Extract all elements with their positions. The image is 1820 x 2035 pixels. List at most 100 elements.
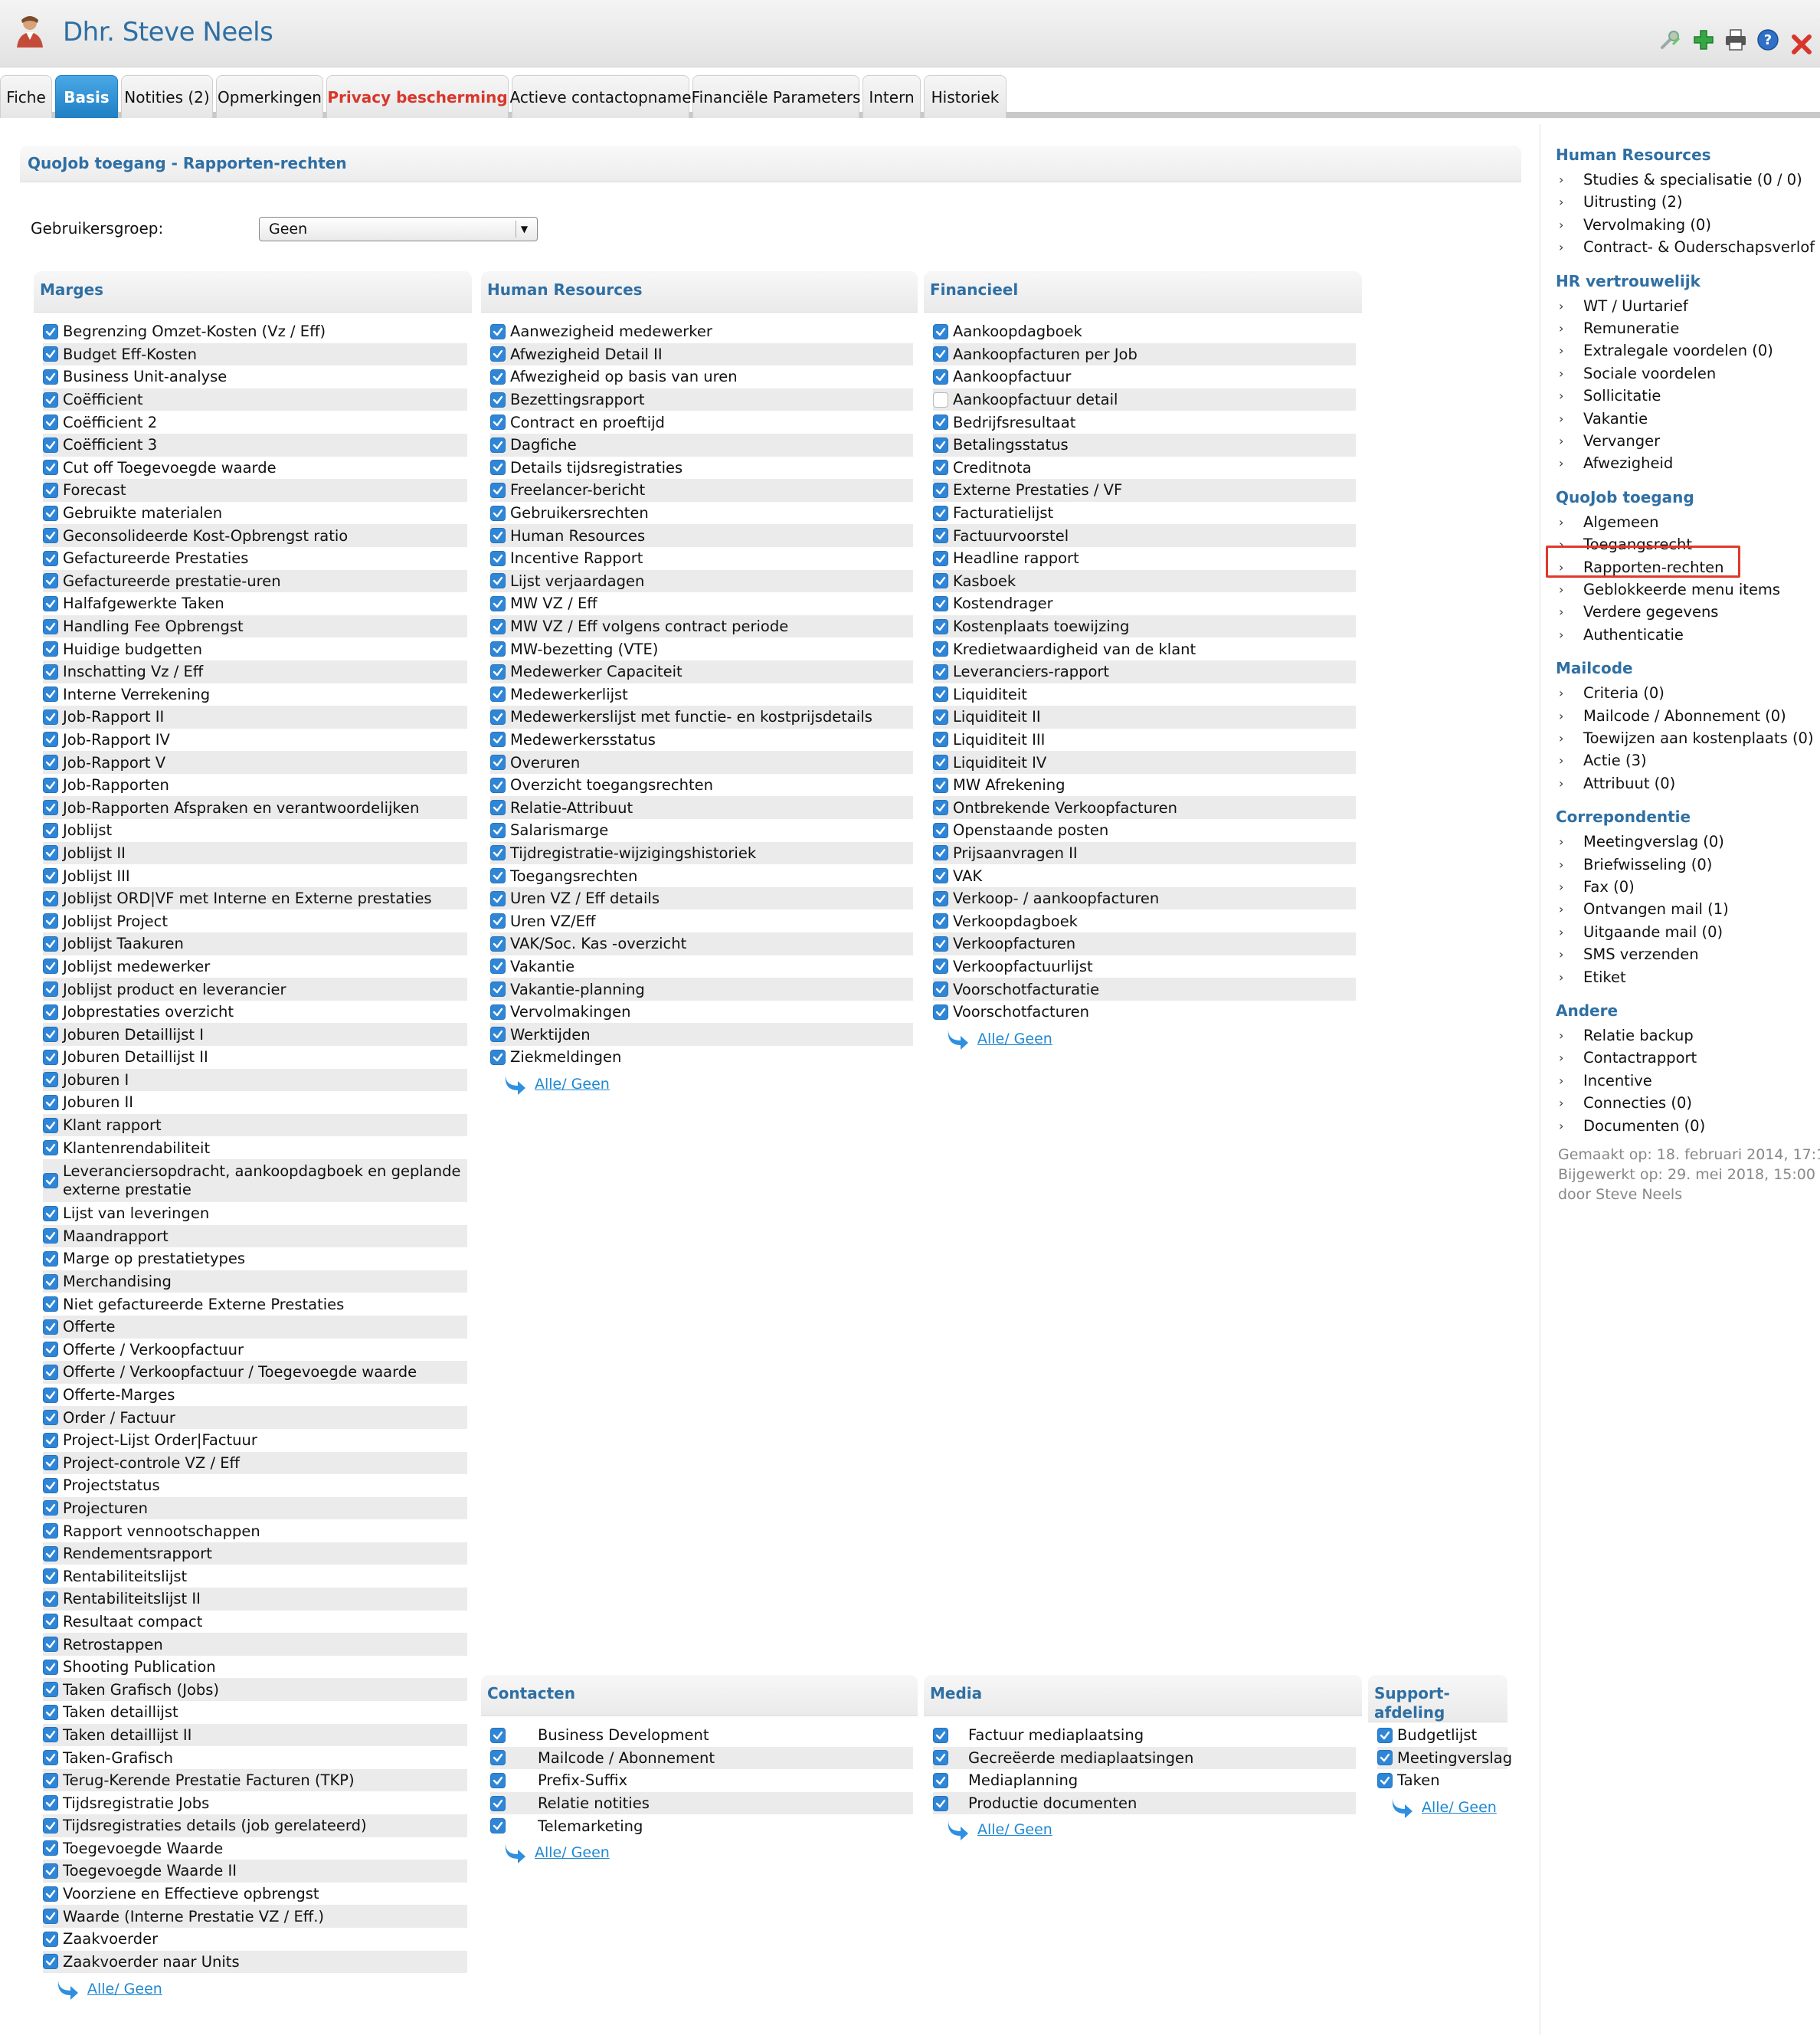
sidebar-item[interactable]: › Sociale voordelen: [1559, 365, 1716, 382]
report-checkbox[interactable]: [43, 1817, 58, 1833]
report-checkbox[interactable]: [43, 528, 58, 544]
report-checkbox[interactable]: [43, 1545, 58, 1561]
print-icon[interactable]: [1723, 28, 1748, 52]
sidebar-item[interactable]: › Contactrapport: [1559, 1049, 1697, 1067]
sidebar-item[interactable]: › Fax (0): [1559, 878, 1635, 896]
report-checkbox[interactable]: [490, 1027, 506, 1043]
report-checkbox[interactable]: [43, 1205, 58, 1221]
report-checkbox[interactable]: [490, 981, 506, 998]
report-checkbox[interactable]: [933, 845, 948, 861]
report-checkbox[interactable]: [43, 1228, 58, 1244]
report-checkbox[interactable]: [933, 528, 948, 544]
report-checkbox[interactable]: [43, 959, 58, 975]
report-checkbox[interactable]: [43, 1364, 58, 1380]
sidebar-item[interactable]: › Etiket: [1559, 968, 1626, 986]
report-checkbox[interactable]: [933, 664, 948, 680]
report-checkbox[interactable]: [43, 1477, 58, 1493]
report-checkbox[interactable]: [933, 755, 948, 771]
sidebar-item[interactable]: › Uitrusting (2): [1559, 193, 1683, 211]
sidebar-item[interactable]: › Criteria (0): [1559, 684, 1665, 702]
tab-actieve-contactopname[interactable]: Actieve contactopname: [509, 75, 692, 118]
report-checkbox[interactable]: [490, 460, 506, 476]
report-checkbox[interactable]: [43, 732, 58, 748]
sidebar-item[interactable]: › Sollicitatie: [1559, 387, 1661, 405]
report-checkbox[interactable]: [43, 1410, 58, 1426]
sidebar-item[interactable]: › Geblokkeerde menu items: [1559, 581, 1780, 598]
report-checkbox[interactable]: [490, 664, 506, 680]
report-checkbox[interactable]: [43, 1863, 58, 1879]
tab-intern[interactable]: Intern: [863, 75, 921, 118]
sidebar-item[interactable]: › Studies & specialisatie (0 / 0): [1559, 171, 1802, 188]
report-checkbox[interactable]: [43, 323, 58, 339]
sidebar-item[interactable]: › Algemeen: [1559, 513, 1658, 531]
sidebar-item[interactable]: › Uitgaande mail (0): [1559, 923, 1723, 941]
report-checkbox[interactable]: [490, 822, 506, 838]
report-checkbox[interactable]: [933, 460, 948, 476]
close-icon[interactable]: [1789, 32, 1814, 57]
report-checkbox[interactable]: [933, 595, 948, 611]
report-checkbox[interactable]: [490, 573, 506, 589]
tab-historiek[interactable]: Historiek: [924, 75, 1007, 118]
alle-geen-link[interactable]: Alle/ Geen: [535, 1076, 610, 1093]
report-checkbox[interactable]: [490, 346, 506, 362]
report-checkbox[interactable]: [490, 890, 506, 906]
report-checkbox[interactable]: [490, 482, 506, 498]
report-checkbox[interactable]: [43, 1840, 58, 1856]
report-checkbox[interactable]: [490, 687, 506, 703]
report-checkbox[interactable]: [43, 1772, 58, 1788]
report-checkbox[interactable]: [43, 822, 58, 838]
report-checkbox[interactable]: [43, 1659, 58, 1675]
sidebar-item[interactable]: › WT / Uurtarief: [1559, 297, 1688, 315]
report-checkbox[interactable]: [43, 1500, 58, 1516]
report-checkbox[interactable]: [43, 1886, 58, 1902]
report-checkbox[interactable]: [43, 1387, 58, 1403]
report-checkbox[interactable]: [933, 392, 948, 408]
report-checkbox[interactable]: [43, 1027, 58, 1043]
report-checkbox[interactable]: [490, 1004, 506, 1020]
report-checkbox[interactable]: [490, 618, 506, 634]
report-checkbox[interactable]: [490, 550, 506, 566]
report-checkbox[interactable]: [43, 687, 58, 703]
report-checkbox[interactable]: [43, 1172, 58, 1188]
report-checkbox[interactable]: [1377, 1772, 1393, 1788]
report-checkbox[interactable]: [43, 1614, 58, 1630]
report-checkbox[interactable]: [933, 550, 948, 566]
report-checkbox[interactable]: [43, 1004, 58, 1020]
sidebar-item[interactable]: › Connecties (0): [1559, 1094, 1692, 1112]
report-checkbox[interactable]: [43, 392, 58, 408]
sidebar-item[interactable]: › Incentive: [1559, 1072, 1652, 1090]
report-checkbox[interactable]: [1377, 1727, 1393, 1743]
sidebar-item[interactable]: › Meetingverslag (0): [1559, 833, 1724, 850]
sidebar-item[interactable]: › Verdere gegevens: [1559, 603, 1718, 621]
key-icon[interactable]: [1658, 28, 1682, 52]
report-checkbox[interactable]: [933, 573, 948, 589]
report-checkbox[interactable]: [43, 981, 58, 998]
report-checkbox[interactable]: [933, 687, 948, 703]
sidebar-item[interactable]: › Ontvangen mail (1): [1559, 900, 1729, 918]
report-checkbox[interactable]: [933, 618, 948, 634]
sidebar-item[interactable]: › Contract- & Ouderschapsverlof: [1559, 238, 1815, 256]
report-checkbox[interactable]: [490, 528, 506, 544]
sidebar-item[interactable]: › Actie (3): [1559, 752, 1647, 769]
tab-financiele-parameters[interactable]: Financiële Parameters: [692, 75, 860, 118]
report-checkbox[interactable]: [933, 732, 948, 748]
report-checkbox[interactable]: [43, 618, 58, 634]
report-checkbox[interactable]: [43, 595, 58, 611]
report-checkbox[interactable]: [43, 641, 58, 657]
report-checkbox[interactable]: [490, 913, 506, 929]
report-checkbox[interactable]: [933, 1750, 948, 1766]
sidebar-item[interactable]: › Vakantie: [1559, 410, 1648, 428]
report-checkbox[interactable]: [490, 1818, 506, 1834]
report-checkbox[interactable]: [43, 1591, 58, 1607]
report-checkbox[interactable]: [933, 981, 948, 998]
report-checkbox[interactable]: [490, 1795, 506, 1811]
report-checkbox[interactable]: [43, 1954, 58, 1970]
report-checkbox[interactable]: [490, 936, 506, 952]
report-checkbox[interactable]: [43, 1072, 58, 1088]
report-checkbox[interactable]: [933, 777, 948, 793]
report-checkbox[interactable]: [43, 890, 58, 906]
report-checkbox[interactable]: [43, 1523, 58, 1539]
report-checkbox[interactable]: [1377, 1750, 1393, 1766]
group-select[interactable]: Geen ▼: [259, 217, 538, 241]
report-checkbox[interactable]: [43, 664, 58, 680]
